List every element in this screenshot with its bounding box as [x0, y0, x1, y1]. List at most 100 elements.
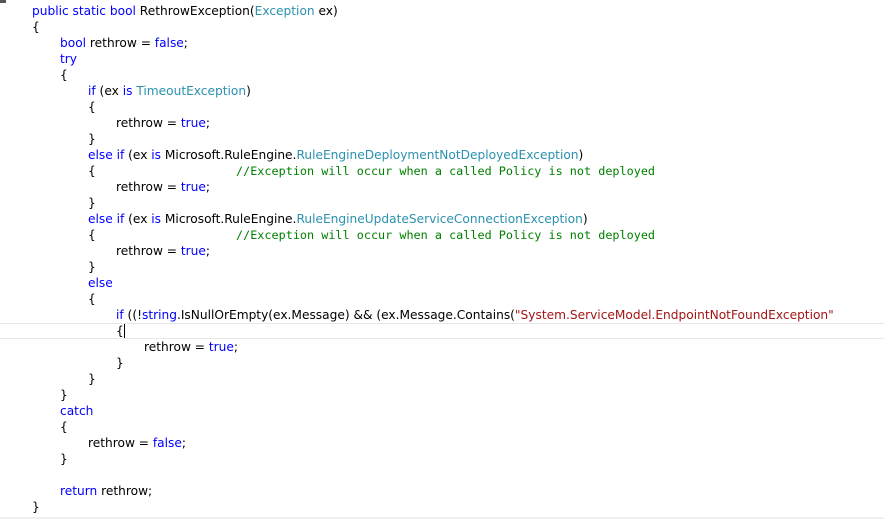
keyword-token: false [152, 436, 182, 450]
code-line: { [88, 291, 96, 307]
keyword-token: catch [60, 404, 94, 418]
code-token: Microsoft.RuleEngine. [161, 212, 297, 226]
code-token: ) [246, 84, 251, 98]
keyword-token: return [60, 484, 98, 498]
code-line: catch [60, 403, 93, 419]
keyword-token: public [32, 4, 69, 18]
code-line: } [88, 371, 96, 387]
keyword-token: bool [109, 4, 136, 18]
keyword-token: true [180, 180, 206, 194]
keyword-token: bool [60, 36, 87, 50]
code-token: { [32, 20, 40, 34]
code-token: ) [578, 148, 584, 162]
code-line: { [116, 323, 124, 339]
code-token: } [88, 372, 96, 386]
keyword-token: else [88, 148, 113, 162]
text-caret [124, 324, 125, 338]
code-line: else if (ex is Microsoft.RuleEngine.Rule… [88, 211, 588, 227]
code-line: { [60, 67, 68, 83]
code-comment: //Exception will occur when a called Pol… [236, 164, 656, 178]
code-token: ; [205, 180, 210, 194]
type-token: RuleEngineDeploymentNotDeployedException [296, 148, 579, 162]
code-token: } [60, 388, 68, 402]
code-token: } [88, 132, 96, 146]
code-token: (ex [124, 212, 152, 226]
code-line: rethrow = false; [88, 435, 186, 451]
code-token: rethrow = [88, 436, 153, 450]
code-token: rethrow; [97, 484, 153, 498]
code-token: { [88, 164, 96, 178]
code-token: } [32, 500, 40, 514]
keyword-token: true [208, 340, 234, 354]
code-token: ) [582, 212, 588, 226]
code-line: if ((!string.IsNullOrEmpty(ex.Message) &… [116, 307, 834, 323]
code-line: public static bool RethrowException(Exce… [32, 3, 338, 19]
code-line: bool rethrow = false; [60, 35, 188, 51]
code-line: { [88, 163, 96, 179]
code-token: ex) [314, 4, 338, 18]
code-token: rethrow = [86, 36, 155, 50]
code-comment: //Exception will occur when a called Pol… [236, 228, 656, 242]
code-token: } [88, 196, 96, 210]
code-token: rethrow = [116, 244, 181, 258]
code-token: ; [233, 340, 238, 354]
code-line: } [60, 387, 68, 403]
code-line: } [32, 499, 40, 515]
keyword-token: true [180, 244, 206, 258]
type-token: RuleEngineUpdateServiceConnectionExcepti… [296, 212, 583, 226]
keyword-token: false [154, 36, 184, 50]
code-line: rethrow = true; [116, 115, 210, 131]
keyword-token: if [88, 84, 96, 98]
code-line: rethrow = true; [116, 243, 210, 259]
keyword-token: else [88, 276, 113, 290]
code-token: { [88, 228, 96, 242]
code-token: ; [183, 36, 188, 50]
code-line: } [88, 259, 96, 275]
code-token: rethrow = [116, 180, 181, 194]
code-token: ((! [123, 308, 142, 322]
code-line: rethrow = true; [144, 339, 238, 355]
code-line: return rethrow; [60, 483, 152, 499]
code-line: } [60, 451, 68, 467]
code-line: } [116, 355, 124, 371]
code-line: rethrow = true; [116, 179, 210, 195]
current-line-highlight [0, 323, 884, 339]
code-token: .IsNullOrEmpty(ex.Message) && (ex.Messag… [176, 308, 515, 322]
code-token: } [116, 356, 124, 370]
keyword-token: is [151, 212, 162, 226]
code-token: Microsoft.RuleEngine. [161, 148, 297, 162]
keyword-token: is [122, 84, 133, 98]
code-token: ; [181, 436, 186, 450]
keyword-token: string [141, 308, 177, 322]
type-token: Exception [254, 4, 315, 18]
code-token: (ex [124, 148, 152, 162]
code-line: if (ex is TimeoutException) [88, 83, 251, 99]
keyword-token: else [88, 212, 113, 226]
code-line: else if (ex is Microsoft.RuleEngine.Rule… [88, 147, 583, 163]
code-token: } [88, 260, 96, 274]
code-line: { [88, 99, 96, 115]
code-line: } [88, 195, 96, 211]
code-token: } [60, 452, 68, 466]
code-token: RethrowException( [135, 4, 255, 18]
type-token: TimeoutException [136, 84, 247, 98]
code-line: { [60, 419, 68, 435]
code-line: else [88, 275, 113, 291]
code-token: rethrow = [144, 340, 209, 354]
code-token: { [60, 68, 68, 82]
keyword-token: if [116, 308, 124, 322]
code-line: } [88, 131, 96, 147]
code-line: { [88, 227, 96, 243]
keyword-token: try [60, 52, 78, 66]
code-editor[interactable]: public static bool RethrowException(Exce… [0, 0, 884, 519]
margin-marker [0, 0, 6, 3]
code-token: ; [205, 116, 210, 130]
code-token: { [88, 100, 96, 114]
code-token: { [60, 420, 68, 434]
keyword-token: is [151, 148, 162, 162]
code-token: { [116, 324, 124, 338]
code-line: { [32, 19, 40, 35]
code-token: ; [205, 244, 210, 258]
code-token: rethrow = [116, 116, 181, 130]
code-token: { [88, 292, 96, 306]
